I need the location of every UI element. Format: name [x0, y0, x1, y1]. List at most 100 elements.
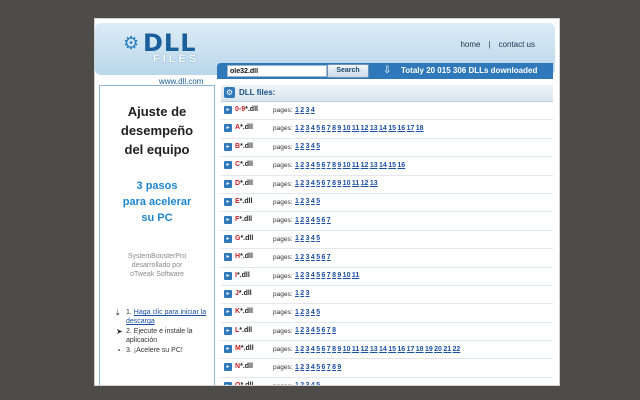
play-arrow-icon[interactable]: ▸ — [224, 216, 232, 225]
page-link[interactable]: 4 — [311, 107, 315, 114]
page-link[interactable]: 5 — [316, 198, 320, 205]
page-link[interactable]: 3 — [306, 125, 310, 132]
page-link[interactable]: 12 — [361, 162, 369, 169]
page-link[interactable]: 22 — [453, 346, 461, 353]
page-link[interactable]: 3 — [306, 254, 310, 261]
page-link[interactable]: 3 — [306, 107, 310, 114]
page-link[interactable]: 3 — [306, 309, 310, 316]
dll-letter-link[interactable]: C*.dll — [235, 161, 253, 168]
page-link[interactable]: 17 — [407, 125, 415, 132]
page-link[interactable]: 11 — [352, 346, 359, 353]
page-link[interactable]: 1 — [295, 235, 299, 242]
dll-letter-link[interactable]: I*.dll — [235, 272, 250, 279]
page-link[interactable]: 6 — [321, 217, 325, 224]
page-link[interactable]: 11 — [352, 162, 359, 169]
page-link[interactable]: 18 — [416, 346, 424, 353]
page-link[interactable]: 15 — [388, 125, 396, 132]
page-link[interactable]: 6 — [321, 180, 325, 187]
page-link[interactable]: 2 — [300, 309, 304, 316]
page-link[interactable]: 2 — [300, 364, 304, 371]
page-link[interactable]: 4 — [311, 382, 315, 385]
page-link[interactable]: 12 — [361, 125, 369, 132]
page-link[interactable]: 12 — [361, 346, 369, 353]
page-link[interactable]: 13 — [370, 180, 378, 187]
dll-letter-link[interactable]: E*.dll — [235, 198, 253, 205]
page-link[interactable]: 9 — [337, 272, 341, 279]
page-link[interactable]: 2 — [300, 217, 304, 224]
page-link[interactable]: 2 — [300, 125, 304, 132]
dll-letter-link[interactable]: G*.dll — [235, 235, 253, 242]
page-link[interactable]: 6 — [321, 254, 325, 261]
page-link[interactable]: 8 — [332, 272, 336, 279]
page-link[interactable]: 5 — [316, 143, 320, 150]
page-link[interactable]: 9 — [337, 180, 341, 187]
nav-contact-link[interactable]: contact us — [499, 40, 535, 49]
page-link[interactable]: 4 — [311, 327, 315, 334]
page-link[interactable]: 6 — [321, 327, 325, 334]
dll-letter-link[interactable]: D*.dll — [235, 180, 253, 187]
dll-letter-link[interactable]: N*.dll — [235, 363, 253, 370]
dll-letter-link[interactable]: K*.dll — [235, 308, 253, 315]
page-link[interactable]: 1 — [295, 125, 299, 132]
page-link[interactable]: 3 — [306, 290, 310, 297]
page-link[interactable]: 11 — [352, 125, 359, 132]
page-link[interactable]: 3 — [306, 382, 310, 385]
page-link[interactable]: 2 — [300, 254, 304, 261]
page-link[interactable]: 9 — [337, 364, 341, 371]
page-link[interactable]: 2 — [300, 107, 304, 114]
dll-letter-link[interactable]: B*.dll — [235, 143, 253, 150]
page-link[interactable]: 7 — [327, 217, 331, 224]
page-link[interactable]: 14 — [379, 162, 387, 169]
page-link[interactable]: 16 — [397, 125, 405, 132]
play-arrow-icon[interactable]: ▸ — [224, 234, 232, 243]
page-link[interactable]: 3 — [306, 364, 310, 371]
page-link[interactable]: 7 — [327, 162, 331, 169]
play-arrow-icon[interactable]: ▸ — [224, 363, 232, 372]
page-link[interactable]: 3 — [306, 217, 310, 224]
page-link[interactable]: 5 — [316, 327, 320, 334]
page-link[interactable]: 16 — [397, 346, 405, 353]
page-link[interactable]: 5 — [316, 125, 320, 132]
search-button[interactable]: Search — [327, 64, 369, 78]
play-arrow-icon[interactable]: ▸ — [224, 197, 232, 206]
page-link[interactable]: 4 — [311, 364, 315, 371]
page-link[interactable]: 2 — [300, 290, 304, 297]
page-link[interactable]: 2 — [300, 346, 304, 353]
page-link[interactable]: 2 — [300, 382, 304, 385]
page-link[interactable]: 1 — [295, 346, 299, 353]
page-link[interactable]: 4 — [311, 143, 315, 150]
page-link[interactable]: 4 — [311, 309, 315, 316]
page-link[interactable]: 5 — [316, 217, 320, 224]
page-link[interactable]: 18 — [416, 125, 424, 132]
page-link[interactable]: 7 — [327, 327, 331, 334]
page-link[interactable]: 15 — [388, 162, 396, 169]
dll-letter-link[interactable]: 0-9*.dll — [235, 106, 258, 113]
page-link[interactable]: 1 — [295, 198, 299, 205]
page-link[interactable]: 9 — [337, 346, 341, 353]
dll-letter-link[interactable]: H*.dll — [235, 253, 253, 260]
page-link[interactable]: 3 — [306, 162, 310, 169]
page-link[interactable]: 6 — [321, 162, 325, 169]
play-arrow-icon[interactable]: ▸ — [224, 106, 232, 114]
nav-home-link[interactable]: home — [460, 40, 480, 49]
page-link[interactable]: 4 — [311, 346, 315, 353]
page-link[interactable]: 5 — [316, 254, 320, 261]
page-link[interactable]: 5 — [316, 235, 320, 242]
play-arrow-icon[interactable]: ▸ — [224, 253, 232, 262]
page-link[interactable]: 11 — [352, 180, 359, 187]
page-link[interactable]: 6 — [321, 272, 325, 279]
page-link[interactable]: 9 — [337, 125, 341, 132]
page-link[interactable]: 7 — [327, 180, 331, 187]
page-link[interactable]: 5 — [316, 364, 320, 371]
page-link[interactable]: 17 — [407, 346, 415, 353]
page-link[interactable]: 3 — [306, 346, 310, 353]
page-link[interactable]: 1 — [295, 180, 299, 187]
page-link[interactable]: 1 — [295, 143, 299, 150]
page-link[interactable]: 2 — [300, 235, 304, 242]
page-link[interactable]: 6 — [321, 125, 325, 132]
page-link[interactable]: 4 — [311, 198, 315, 205]
page-link[interactable]: 1 — [295, 309, 299, 316]
page-link[interactable]: 1 — [295, 162, 299, 169]
page-link[interactable]: 21 — [443, 346, 451, 353]
page-link[interactable]: 4 — [311, 254, 315, 261]
